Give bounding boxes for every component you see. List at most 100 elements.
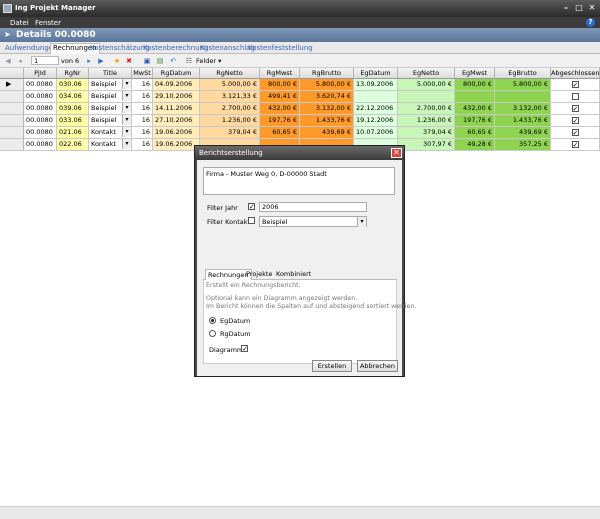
first-record-icon[interactable]: ◀ bbox=[3, 56, 13, 66]
cell-mwst[interactable]: 16 bbox=[132, 139, 153, 151]
filter-kontakt-select[interactable]: Beispiel ▾ bbox=[259, 216, 367, 227]
dialog-close-icon[interactable]: ✕ bbox=[391, 148, 402, 158]
cell-egdatum[interactable]: 19.12.2006 bbox=[354, 115, 398, 127]
chevron-down-icon[interactable]: ▾ bbox=[122, 115, 131, 125]
cell-egnetto[interactable]: 2.700,00 € bbox=[398, 103, 455, 115]
abgeschlossen-checkbox[interactable]: ✓ bbox=[571, 116, 579, 124]
filter-kontakt-checkbox[interactable] bbox=[248, 217, 255, 224]
fields-icon[interactable]: ☷ bbox=[184, 56, 194, 66]
cell-egmwst[interactable]: 432,00 € bbox=[455, 103, 495, 115]
col-header-abgeschlossen[interactable]: Abgeschlossen bbox=[551, 68, 600, 79]
cell-rgnr[interactable]: 022.06 bbox=[57, 139, 89, 151]
cell-rgdatum[interactable]: 29.10.2006 bbox=[153, 91, 200, 103]
cell-egbrutto[interactable]: 357,25 € bbox=[495, 139, 551, 151]
cell-pjid[interactable]: 00.0080 bbox=[24, 79, 57, 91]
cell-rgmwst[interactable]: 197,76 € bbox=[260, 115, 300, 127]
cell-rgdatum[interactable]: 14.11.2006 bbox=[153, 103, 200, 115]
cell-rgbrutto[interactable]: 3.132,00 € bbox=[300, 103, 354, 115]
cell-rgdatum[interactable]: 19.06.2006 bbox=[153, 127, 200, 139]
cell-title[interactable]: Beispiel ▾ bbox=[89, 79, 132, 91]
chevron-down-icon[interactable]: ▾ bbox=[122, 91, 131, 101]
cell-rgnetto[interactable]: 379,04 € bbox=[200, 127, 260, 139]
cell-mwst[interactable]: 16 bbox=[132, 79, 153, 91]
cell-egmwst[interactable]: 800,00 € bbox=[455, 79, 495, 91]
menu-fenster[interactable]: Fenster bbox=[35, 19, 61, 27]
row-selector[interactable] bbox=[0, 115, 24, 127]
cell-title[interactable]: Beispiel ▾ bbox=[89, 91, 132, 103]
save-icon[interactable]: ▣ bbox=[142, 56, 152, 66]
col-header-egmwst[interactable]: EgMwst bbox=[455, 68, 495, 79]
col-header-rgnetto[interactable]: RgNetto bbox=[200, 68, 260, 79]
chevron-down-icon[interactable]: ▾ bbox=[122, 139, 131, 149]
row-selector[interactable] bbox=[0, 91, 24, 103]
cell-egmwst[interactable]: 197,76 € bbox=[455, 115, 495, 127]
col-header-rgmwst[interactable]: RgMwst bbox=[260, 68, 300, 79]
cell-rgnr[interactable]: 033.06 bbox=[57, 115, 89, 127]
cell-egdatum[interactable]: 22.12.2006 bbox=[354, 103, 398, 115]
cell-rgbrutto[interactable]: 439,69 € bbox=[300, 127, 354, 139]
cell-title[interactable]: Kontakt ▾ bbox=[89, 139, 132, 151]
close-icon[interactable]: ✕ bbox=[587, 3, 597, 13]
cell-rgdatum[interactable]: 27.10.2006 bbox=[153, 115, 200, 127]
cell-pjid[interactable]: 00.0080 bbox=[24, 91, 57, 103]
cell-rgnr[interactable]: 034.06 bbox=[57, 91, 89, 103]
col-header-mwst[interactable]: MwSt bbox=[132, 68, 153, 79]
firma-textbox[interactable]: Firma - Muster Weg 0, D-00000 Stadt bbox=[203, 167, 395, 195]
cell-egdatum[interactable]: 13.09.2006 bbox=[354, 79, 398, 91]
radio-egdatum[interactable] bbox=[209, 317, 216, 324]
row-selector[interactable] bbox=[0, 103, 24, 115]
abgeschlossen-checkbox[interactable]: ✓ bbox=[571, 128, 579, 136]
cell-rgnr[interactable]: 021.06 bbox=[57, 127, 89, 139]
col-header-rgnr[interactable]: RgNr bbox=[57, 68, 89, 79]
row-selector[interactable] bbox=[0, 127, 24, 139]
felder-dropdown[interactable]: Felder ▾ bbox=[196, 57, 221, 65]
cell-mwst[interactable]: 16 bbox=[132, 127, 153, 139]
cell-egdatum[interactable] bbox=[354, 91, 398, 103]
cell-egmwst[interactable]: 60,65 € bbox=[455, 127, 495, 139]
cell-egnetto[interactable]: 5.000,00 € bbox=[398, 79, 455, 91]
cancel-button[interactable]: Abbrechen bbox=[357, 360, 398, 372]
col-header-rgdatum[interactable]: RgDatum bbox=[153, 68, 200, 79]
maximize-icon[interactable]: □ bbox=[574, 3, 584, 13]
abgeschlossen-checkbox[interactable]: ✓ bbox=[571, 140, 579, 148]
cell-rgnetto[interactable]: 2.700,00 € bbox=[200, 103, 260, 115]
cell-pjid[interactable]: 00.0080 bbox=[24, 103, 57, 115]
undo-icon[interactable]: ↶ bbox=[168, 56, 178, 66]
cell-rgdatum[interactable]: 04.09.2006 bbox=[153, 79, 200, 91]
col-header-title[interactable]: Title bbox=[89, 68, 132, 79]
delete-record-icon[interactable]: ✖ bbox=[124, 56, 134, 66]
cell-egbrutto[interactable] bbox=[495, 91, 551, 103]
cell-egnetto[interactable]: 379,04 € bbox=[398, 127, 455, 139]
cell-egbrutto[interactable]: 1.433,76 € bbox=[495, 115, 551, 127]
cell-pjid[interactable]: 00.0080 bbox=[24, 127, 57, 139]
cell-rgmwst[interactable]: 499,41 € bbox=[260, 91, 300, 103]
col-header-egbrutto[interactable]: EgBrutto bbox=[495, 68, 551, 79]
menu-datei[interactable]: Datei bbox=[10, 19, 29, 27]
cell-rgnr[interactable]: 030.06 bbox=[57, 79, 89, 91]
cell-egmwst[interactable] bbox=[455, 91, 495, 103]
cell-egnetto[interactable] bbox=[398, 91, 455, 103]
chevron-down-icon[interactable]: ▾ bbox=[122, 79, 131, 89]
cell-rgbrutto[interactable]: 1.433,76 € bbox=[300, 115, 354, 127]
chevron-down-icon[interactable]: ▾ bbox=[357, 217, 366, 227]
next-record-icon[interactable]: ▸ bbox=[84, 56, 94, 66]
cell-egnetto[interactable]: 1.236,00 € bbox=[398, 115, 455, 127]
cell-egmwst[interactable]: 49,28 € bbox=[455, 139, 495, 151]
col-header-rgbrutto[interactable]: RgBrutto bbox=[300, 68, 354, 79]
cell-title[interactable]: Beispiel ▾ bbox=[89, 115, 132, 127]
cell-mwst[interactable]: 16 bbox=[132, 103, 153, 115]
cell-egbrutto[interactable]: 439,69 € bbox=[495, 127, 551, 139]
tab-kostenfeststellung[interactable]: Kostenfeststellung bbox=[246, 44, 315, 54]
tab-report-kombiniert[interactable]: Kombiniert bbox=[274, 269, 313, 280]
cell-mwst[interactable]: 16 bbox=[132, 115, 153, 127]
cell-rgnetto[interactable]: 3.121,33 € bbox=[200, 91, 260, 103]
row-selector[interactable]: ▶ bbox=[0, 79, 24, 91]
cell-egbrutto[interactable]: 3.132,00 € bbox=[495, 103, 551, 115]
cell-rgdatum[interactable]: 19.06.2006 bbox=[153, 139, 200, 151]
col-header-egnetto[interactable]: EgNetto bbox=[398, 68, 455, 79]
cell-rgbrutto[interactable]: 5.800,00 € bbox=[300, 79, 354, 91]
chevron-down-icon[interactable]: ▾ bbox=[122, 103, 131, 113]
cell-pjid[interactable]: 00.0080 bbox=[24, 139, 57, 151]
cell-rgbrutto[interactable]: 3.620,74 € bbox=[300, 91, 354, 103]
filter-jahr-checkbox[interactable]: ✓ bbox=[248, 203, 255, 211]
